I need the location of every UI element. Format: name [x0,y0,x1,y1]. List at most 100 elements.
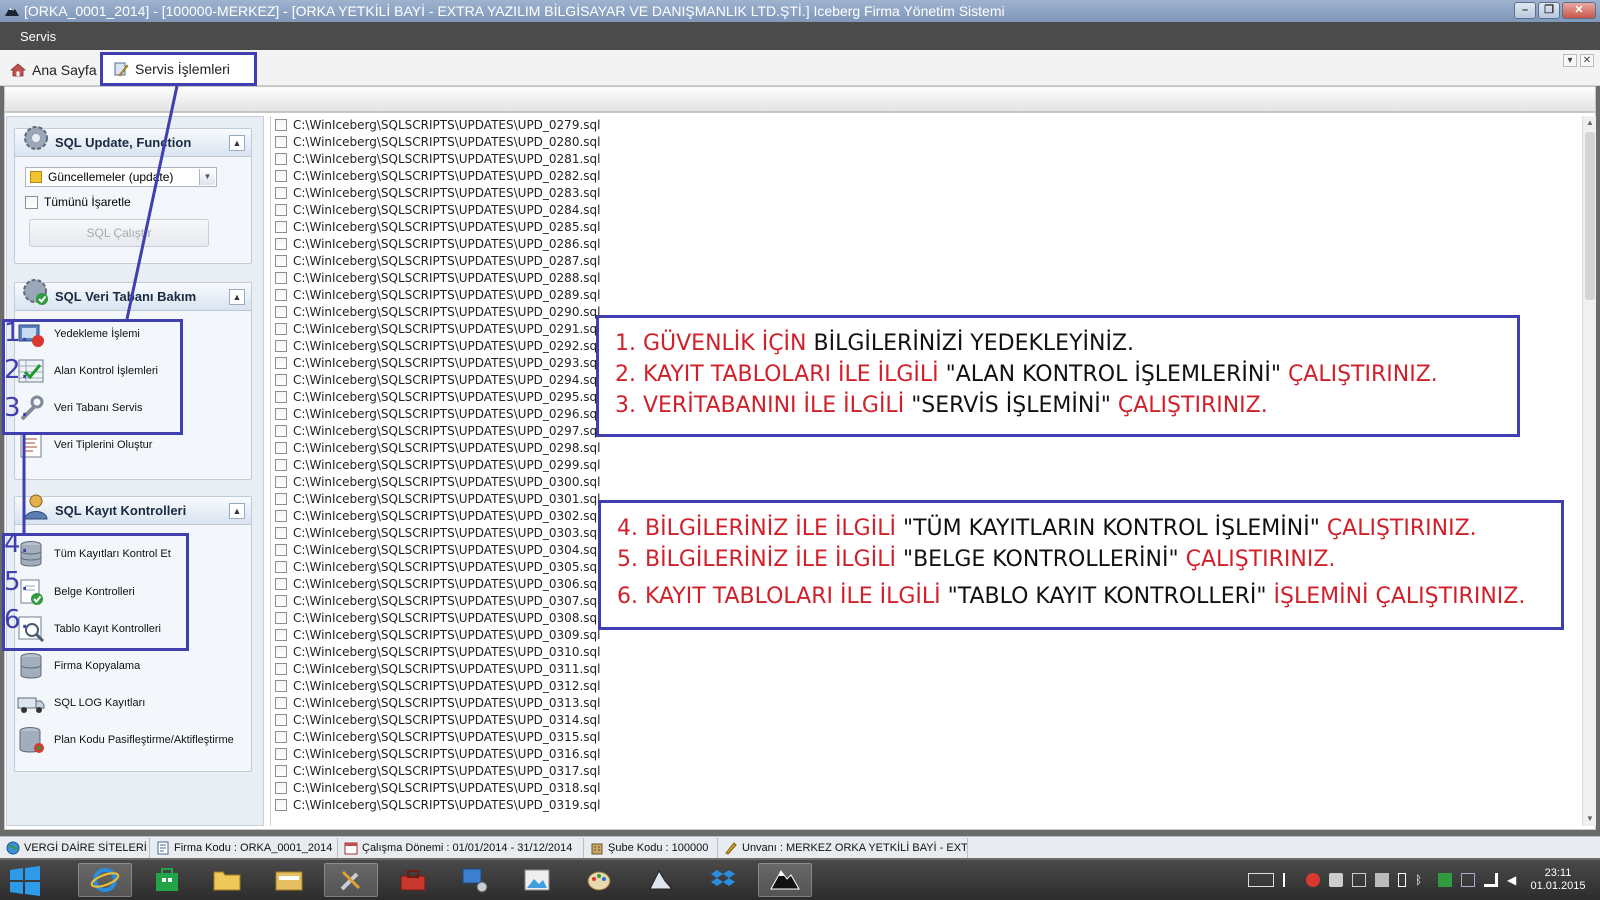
file-checkbox[interactable] [275,798,287,811]
file-row[interactable]: C:\WinIceberg\SQLSCRIPTS\UPDATES\UPD_031… [271,660,1582,677]
file-checkbox[interactable] [275,322,287,335]
battery-icon[interactable] [1398,873,1406,887]
file-checkbox[interactable] [275,373,287,386]
scroll-down-arrow-icon[interactable]: ▼ [1583,812,1597,826]
file-row[interactable]: C:\WinIceberg\SQLSCRIPTS\UPDATES\UPD_028… [271,201,1582,218]
file-checkbox[interactable] [275,492,287,505]
taskbar-dropbox[interactable] [696,863,750,897]
windows-start-icon[interactable] [8,866,42,896]
file-checkbox[interactable] [275,356,287,369]
file-checkbox[interactable] [275,220,287,233]
collapse-button[interactable]: ▲ [229,289,245,305]
file-row[interactable]: C:\WinIceberg\SQLSCRIPTS\UPDATES\UPD_031… [271,694,1582,711]
file-checkbox[interactable] [275,203,287,216]
update-type-select[interactable]: Güncellemeler (update) ▼ [25,167,217,187]
file-row[interactable]: C:\WinIceberg\SQLSCRIPTS\UPDATES\UPD_028… [271,150,1582,167]
file-checkbox[interactable] [275,730,287,743]
file-row[interactable]: C:\WinIceberg\SQLSCRIPTS\UPDATES\UPD_031… [271,711,1582,728]
file-checkbox[interactable] [275,594,287,607]
file-checkbox[interactable] [275,509,287,522]
plan-code-item[interactable]: Plan Kodu Pasifleştirme/Aktifleştirme [16,723,234,757]
file-checkbox[interactable] [275,441,287,454]
file-checkbox[interactable] [275,152,287,165]
file-checkbox[interactable] [275,645,287,658]
group-db-maintenance-header[interactable]: SQL Veri Tabanı Bakım ▲ [15,279,251,311]
select-all-checkbox[interactable] [25,195,38,209]
file-checkbox[interactable] [275,118,287,131]
file-row[interactable]: C:\WinIceberg\SQLSCRIPTS\UPDATES\UPD_028… [271,235,1582,252]
printer-icon[interactable] [1375,873,1389,887]
clock[interactable]: 23:11 01.01.2015 [1530,867,1586,893]
taskbar-viewer[interactable] [510,863,564,897]
file-checkbox[interactable] [275,611,287,624]
keyboard-icon[interactable] [1248,873,1274,887]
tab-home[interactable]: Ana Sayfa [10,57,97,83]
company-copy-item[interactable]: Firma Kopyalama [16,649,140,683]
tab-close-button[interactable]: ✕ [1580,54,1594,67]
file-checkbox[interactable] [275,305,287,318]
tab-list-dropdown[interactable]: ▾ [1563,54,1577,67]
file-checkbox[interactable] [275,764,287,777]
bluetooth-icon[interactable]: ᛒ [1415,873,1429,887]
file-row[interactable]: C:\WinIceberg\SQLSCRIPTS\UPDATES\UPD_031… [271,796,1582,813]
security-shield-icon[interactable] [1438,873,1452,887]
file-checkbox[interactable] [275,577,287,590]
file-checkbox[interactable] [275,169,287,182]
file-checkbox[interactable] [275,271,287,284]
file-row[interactable]: C:\WinIceberg\SQLSCRIPTS\UPDATES\UPD_027… [271,116,1582,133]
file-checkbox[interactable] [275,747,287,760]
file-checkbox[interactable] [275,543,287,556]
file-checkbox[interactable] [275,696,287,709]
taskbar-folder[interactable] [200,863,254,897]
flag-icon[interactable] [1283,873,1297,887]
collapse-button[interactable]: ▲ [229,135,245,151]
dropbox-tray-icon[interactable] [1329,873,1343,887]
tab-service[interactable]: Servis İşlemleri [100,52,257,86]
file-checkbox[interactable] [275,237,287,250]
file-row[interactable]: C:\WinIceberg\SQLSCRIPTS\UPDATES\UPD_031… [271,762,1582,779]
file-checkbox[interactable] [275,424,287,437]
file-row[interactable]: C:\WinIceberg\SQLSCRIPTS\UPDATES\UPD_029… [271,439,1582,456]
file-checkbox[interactable] [275,713,287,726]
run-sql-button[interactable]: SQL Çalıştır [29,219,209,247]
file-checkbox[interactable] [275,135,287,148]
taskbar-network[interactable] [448,863,502,897]
close-button[interactable]: ✕ [1562,2,1596,19]
file-row[interactable]: C:\WinIceberg\SQLSCRIPTS\UPDATES\UPD_028… [271,133,1582,150]
scroll-thumb[interactable] [1585,132,1595,300]
file-checkbox[interactable] [275,628,287,641]
file-checkbox[interactable] [275,679,287,692]
file-row[interactable]: C:\WinIceberg\SQLSCRIPTS\UPDATES\UPD_030… [271,473,1582,490]
antivirus-icon[interactable] [1306,873,1320,887]
file-checkbox[interactable] [275,339,287,352]
group-record-checks-header[interactable]: SQL Kayıt Kontrolleri ▲ [15,494,251,525]
file-row[interactable]: C:\WinIceberg\SQLSCRIPTS\UPDATES\UPD_031… [271,643,1582,660]
chevron-down-icon[interactable]: ▼ [199,169,215,185]
file-row[interactable]: C:\WinIceberg\SQLSCRIPTS\UPDATES\UPD_029… [271,456,1582,473]
volume-icon[interactable]: ◀ [1507,873,1521,887]
file-row[interactable]: C:\WinIceberg\SQLSCRIPTS\UPDATES\UPD_031… [271,677,1582,694]
file-row[interactable]: C:\WinIceberg\SQLSCRIPTS\UPDATES\UPD_028… [271,184,1582,201]
file-checkbox[interactable] [275,526,287,539]
taskbar-iceberg-tool[interactable] [634,863,688,897]
group-sql-update-header[interactable]: SQL Update, Function ▲ [15,126,251,157]
sql-log-item[interactable]: SQL LOG Kayıtları [16,686,145,720]
collapse-button[interactable]: ▲ [229,503,245,519]
file-checkbox[interactable] [275,254,287,267]
file-row[interactable]: C:\WinIceberg\SQLSCRIPTS\UPDATES\UPD_028… [271,269,1582,286]
scrollbar[interactable]: ▲ ▼ [1582,116,1596,826]
file-checkbox[interactable] [275,560,287,573]
status-tax-offices[interactable]: VERGİ DAİRE SİTELERİ [0,837,150,858]
taskbar-tools[interactable] [324,863,378,897]
taskbar-store[interactable] [140,863,194,897]
restore-button[interactable]: ❐ [1538,2,1560,19]
taskbar-paint[interactable] [572,863,626,897]
taskbar-internet-explorer[interactable] [78,863,132,897]
file-checkbox[interactable] [275,186,287,199]
file-row[interactable]: C:\WinIceberg\SQLSCRIPTS\UPDATES\UPD_031… [271,745,1582,762]
file-row[interactable]: C:\WinIceberg\SQLSCRIPTS\UPDATES\UPD_031… [271,779,1582,796]
signal-icon[interactable] [1484,873,1498,887]
file-checkbox[interactable] [275,390,287,403]
scroll-up-arrow-icon[interactable]: ▲ [1583,116,1597,130]
file-checkbox[interactable] [275,475,287,488]
